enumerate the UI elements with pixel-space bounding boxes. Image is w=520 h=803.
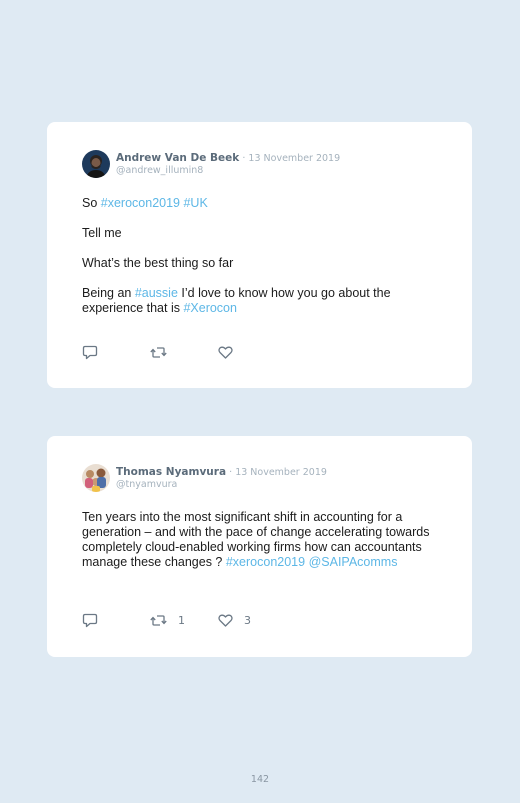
- hashtag-link[interactable]: #xerocon2019: [226, 555, 305, 569]
- hashtag-link[interactable]: #Xerocon: [183, 301, 237, 315]
- tweet-header: Thomas Nyamvura · 13 November 2019 @tnya…: [82, 464, 437, 492]
- tweet-card: Andrew Van De Beek · 13 November 2019 @a…: [47, 122, 472, 388]
- retweet-button[interactable]: [150, 344, 218, 360]
- separator-dot: ·: [242, 152, 246, 164]
- retweet-icon: [150, 614, 167, 626]
- reply-icon: [82, 613, 98, 627]
- reply-button[interactable]: [82, 344, 150, 360]
- tweet-text: Ten years into the most significant shif…: [82, 510, 437, 570]
- tweet-paragraph: Ten years into the most significant shif…: [82, 510, 437, 570]
- hashtag-link[interactable]: #UK: [183, 196, 207, 210]
- avatar[interactable]: [82, 150, 110, 178]
- like-count: 3: [244, 613, 251, 627]
- tweet-author: Andrew Van De Beek · 13 November 2019 @a…: [116, 152, 340, 177]
- tweet-paragraph: What’s the best thing so far: [82, 256, 234, 270]
- heart-icon: [218, 346, 233, 359]
- like-button[interactable]: [218, 344, 286, 360]
- tweet-date[interactable]: 13 November 2019: [235, 467, 327, 478]
- tweet-paragraph: So #xerocon2019 #UK: [82, 196, 437, 211]
- tweet-author: Thomas Nyamvura · 13 November 2019 @tnya…: [116, 466, 327, 491]
- mention-link[interactable]: @SAIPAcomms: [309, 555, 398, 569]
- heart-icon: [218, 614, 233, 627]
- retweet-count: 1: [178, 613, 185, 627]
- avatar[interactable]: [82, 464, 110, 492]
- tweet-paragraph: Being an #aussie I’d love to know how yo…: [82, 286, 437, 316]
- tweet-card: Thomas Nyamvura · 13 November 2019 @tnya…: [47, 436, 472, 657]
- tweet-header: Andrew Van De Beek · 13 November 2019 @a…: [82, 150, 437, 178]
- hashtag-link[interactable]: #xerocon2019: [101, 196, 180, 210]
- page-number: 142: [250, 774, 270, 785]
- author-handle[interactable]: @tnyamvura: [116, 479, 327, 491]
- like-button[interactable]: 3: [218, 612, 286, 628]
- tweet-actions: 1 3: [82, 612, 286, 628]
- author-name[interactable]: Thomas Nyamvura: [116, 466, 226, 478]
- author-name[interactable]: Andrew Van De Beek: [116, 152, 239, 164]
- text-run: So: [82, 196, 101, 210]
- text-run: Being an: [82, 286, 135, 300]
- tweet-actions: [82, 344, 286, 360]
- reply-button[interactable]: [82, 612, 150, 628]
- tweet-text: So #xerocon2019 #UK Tell me What’s the b…: [82, 196, 437, 316]
- retweet-button[interactable]: 1: [150, 612, 218, 628]
- tweet-date[interactable]: 13 November 2019: [248, 153, 340, 164]
- reply-icon: [82, 345, 98, 359]
- separator-dot: ·: [229, 466, 233, 478]
- author-handle[interactable]: @andrew_illumin8: [116, 165, 340, 177]
- hashtag-link[interactable]: #aussie: [135, 286, 178, 300]
- tweet-paragraph: Tell me: [82, 226, 122, 240]
- retweet-icon: [150, 346, 167, 358]
